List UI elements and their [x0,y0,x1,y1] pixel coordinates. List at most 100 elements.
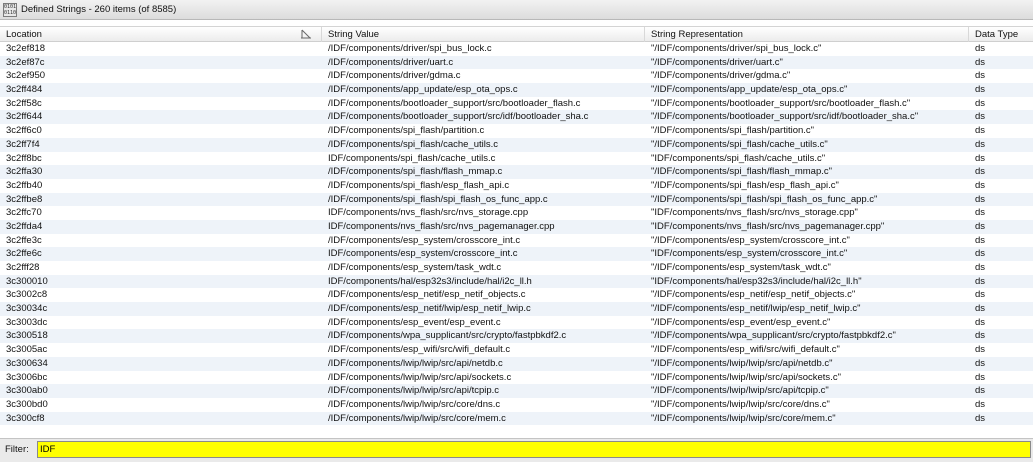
cell-string-representation: "/IDF/components/wpa_supplicant/src/cryp… [651,330,896,342]
window-titlebar: 0101 0110 Defined Strings - 260 items (o… [0,0,1033,20]
column-header-string-value[interactable]: String Value [322,27,645,42]
table-row[interactable]: 3c2ff644/IDF/components/bootloader_suppo… [0,110,1033,125]
cell-string-representation: "/IDF/components/lwip/lwip/src/api/tcpip… [651,385,829,397]
table-row[interactable]: 3c2ffe3c/IDF/components/esp_system/cross… [0,234,1033,248]
table-row[interactable]: 3c2ff7f4/IDF/components/spi_flash/cache_… [0,137,1033,152]
table-header: Location String Value String Representat… [0,26,1033,42]
table-row[interactable]: 3c2ef950/IDF/components/driver/gdma.c "/I… [0,69,1033,83]
cell-location: 3c2ffe3c [6,234,42,246]
table-row[interactable]: 3c2ff6c0/IDF/components/spi_flash/partit… [0,124,1033,138]
cell-string-value: /IDF/components/driver/uart.c [328,56,454,68]
table-row[interactable]: 3c300518/IDF/components/wpa_supplicant/s… [0,329,1033,344]
filter-bar: Filter: [0,438,1033,462]
column-header-string-representation[interactable]: String Representation [645,27,969,42]
cell-data-type: ds [975,56,986,68]
cell-location: 3c300518 [6,330,48,342]
cell-string-value: /IDF/components/esp_event/esp_event.c [328,316,501,328]
table-row[interactable]: 3c3005ac/IDF/components/esp_wifi/src/wif… [0,343,1033,357]
cell-data-type: ds [975,84,986,96]
column-header-data-type[interactable]: Data Type [969,27,1033,42]
cell-string-value: /IDF/components/spi_flash/spi_flash_os_f… [328,193,548,205]
table-row[interactable]: 3c2ff484/IDF/components/app_update/esp_o… [0,83,1033,97]
table-row[interactable]: 3c300634/IDF/components/lwip/lwip/src/ap… [0,356,1033,371]
cell-string-value: IDF/components/esp_system/crosscore_int.… [328,248,518,260]
cell-string-value: /IDF/components/spi_flash/partition.c [328,125,485,137]
cell-string-representation: "/IDF/components/app_update/esp_ota_ops.… [651,84,848,96]
table-row[interactable]: 3c2ff58c/IDF/components/bootloader_suppo… [0,97,1033,111]
cell-string-value: /IDF/components/spi_flash/esp_flash_api.… [328,179,510,191]
table-row[interactable]: 3c2ff8bc IDF/components/spi_flash/cache_u… [0,152,1033,166]
cell-data-type: ds [975,371,986,383]
table-row[interactable]: 3c2ffda4 IDF/components/nvs_flash/src/nvs… [0,219,1033,234]
cell-data-type: ds [975,289,986,301]
cell-string-value: /IDF/components/esp_system/task_wdt.c [328,262,502,273]
cell-data-type: ds [975,111,986,123]
sort-icon [301,29,311,39]
table-row[interactable]: 3c2ef87c/IDF/components/driver/uart.c "/I… [0,55,1033,70]
cell-string-representation: "/IDF/components/esp_system/crosscore_in… [651,234,850,246]
table-row[interactable]: 3c2ef818/IDF/components/driver/spi_bus_l… [0,42,1033,56]
cell-string-representation: "/IDF/components/bootloader_support/src/… [651,111,919,123]
cell-data-type: ds [975,125,986,137]
cell-location: 3c3005ac [6,344,48,356]
table-row[interactable]: 3c2ffe6c IDF/components/esp_system/crossc… [0,247,1033,261]
cell-location: 3c300ab0 [6,385,48,397]
table-row[interactable]: 3c3003dc/IDF/components/esp_event/esp_ev… [0,316,1033,330]
cell-location: 3c300010 [6,275,48,287]
cell-string-representation: "/IDF/components/esp_netif/lwip/esp_neti… [651,303,861,315]
cell-string-representation: "/IDF/components/driver/uart.c" [651,56,783,68]
cell-location: 3c2ffb40 [6,179,43,191]
table-row[interactable]: 3c300bd0/IDF/components/lwip/lwip/src/co… [0,398,1033,412]
cell-location: 3c2ffa30 [6,166,43,178]
cell-string-value: /IDF/components/lwip/lwip/src/api/tcpip.… [328,385,500,397]
cell-string-value: /IDF/components/driver/spi_bus_lock.c [328,43,492,54]
cell-string-value: IDF/components/nvs_flash/src/nvs_storage… [328,207,529,219]
cell-string-value: /IDF/components/esp_netif/lwip/esp_netif… [328,303,531,315]
cell-string-representation: "/IDF/components/driver/gdma.c" [651,70,791,82]
cell-string-value: /IDF/components/lwip/lwip/src/api/netdb.… [328,357,503,369]
cell-string-value: /IDF/components/esp_system/crosscore_int… [328,234,521,246]
cell-data-type: ds [975,138,986,150]
table-row[interactable]: 3c3002c8/IDF/components/esp_netif/esp_ne… [0,288,1033,302]
table-row[interactable]: 3c30034c/IDF/components/esp_netif/lwip/e… [0,302,1033,316]
column-header-location[interactable]: Location [0,27,322,42]
cell-data-type: ds [975,234,986,246]
cell-data-type: ds [975,248,986,260]
cell-string-representation: "IDF/components/spi_flash/cache_utils.c" [651,152,826,164]
cell-string-value: /IDF/components/wpa_supplicant/src/crypt… [328,330,567,342]
table-row[interactable]: 3c2ffa30/IDF/components/spi_flash/flash_… [0,165,1033,179]
window-title: Defined Strings - 260 items (of 8585) [21,4,177,15]
table-row[interactable]: 3c2ffc70 IDF/components/nvs_flash/src/nvs… [0,206,1033,220]
column-header-label: String Representation [651,29,743,40]
cell-string-representation: "/IDF/components/driver/spi_bus_lock.c" [651,43,822,54]
table-row[interactable]: 3c2fff28/IDF/components/esp_system/task_… [0,261,1033,275]
cell-string-value: /IDF/components/bootloader_support/src/i… [328,111,589,123]
table-row[interactable]: 3c300cf8/IDF/components/lwip/lwip/src/co… [0,411,1033,426]
cell-string-representation: "IDF/components/hal/esp32s3/include/hal/… [651,275,862,287]
cell-location: 3c300bd0 [6,398,48,410]
table-row[interactable]: 3c2ffbe8/IDF/components/spi_flash/spi_fl… [0,192,1033,207]
cell-string-value: /IDF/components/lwip/lwip/src/core/dns.c [328,398,501,410]
cell-string-representation: "/IDF/components/lwip/lwip/src/api/socke… [651,371,841,383]
cell-data-type: ds [975,97,986,109]
cell-location: 3c3006bc [6,371,48,383]
cell-string-representation: "/IDF/components/lwip/lwip/src/api/netdb… [651,357,833,369]
cell-string-value: /IDF/components/spi_flash/flash_mmap.c [328,166,503,178]
filter-input[interactable] [37,441,1031,458]
table-row[interactable]: 3c300ab0/IDF/components/lwip/lwip/src/ap… [0,384,1033,398]
cell-data-type: ds [975,316,986,328]
cell-string-representation: "IDF/components/nvs_flash/src/nvs_pagema… [651,220,885,232]
strings-table: Location String Value String Representat… [0,26,1033,438]
cell-string-value: /IDF/components/spi_flash/cache_utils.c [328,138,499,150]
cell-location: 3c2ff6c0 [6,125,42,137]
table-row[interactable]: 3c2ffb40/IDF/components/spi_flash/esp_fl… [0,179,1033,193]
cell-data-type: ds [975,166,986,178]
cell-data-type: ds [975,70,986,82]
column-header-label: Location [6,29,42,40]
cell-data-type: ds [975,330,986,342]
table-row[interactable]: 3c300010 IDF/components/hal/esp32s3/inclu… [0,274,1033,289]
cell-string-representation: "/IDF/components/spi_flash/cache_utils.c… [651,138,828,150]
cell-location: 3c2ff58c [6,97,42,109]
table-row[interactable]: 3c3006bc/IDF/components/lwip/lwip/src/ap… [0,371,1033,385]
cell-string-value: /IDF/components/driver/gdma.c [328,70,461,82]
